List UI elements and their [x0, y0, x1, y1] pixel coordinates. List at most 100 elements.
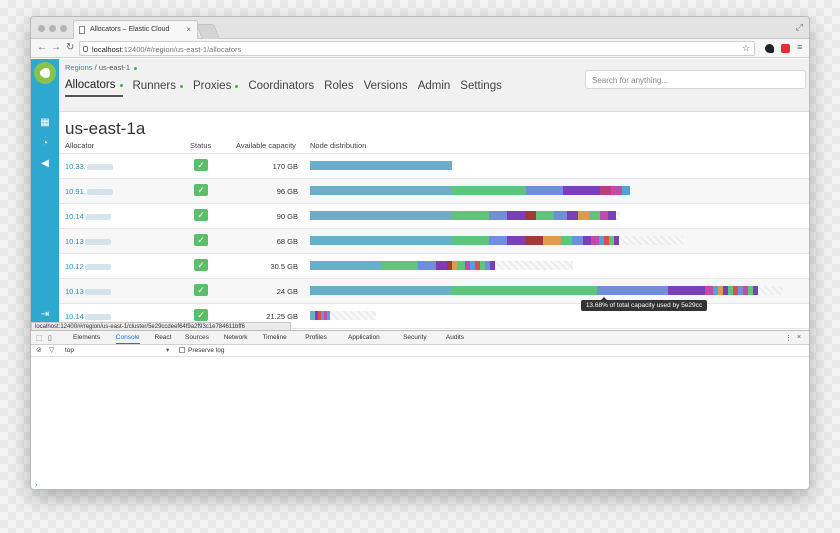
console-prompt[interactable]: ›: [35, 482, 37, 489]
search-input[interactable]: Search for anything...: [585, 70, 806, 89]
node-segment[interactable]: [600, 211, 608, 220]
preserve-log-checkbox[interactable]: Preserve log: [179, 347, 225, 354]
node-segment[interactable]: [310, 236, 452, 245]
nav-tab-allocators[interactable]: Allocators: [65, 79, 123, 97]
node-segment[interactable]: [452, 286, 597, 295]
devtools-tab-network[interactable]: Network: [224, 334, 248, 341]
nav-tab-versions[interactable]: Versions: [364, 79, 408, 97]
extension-badge-icon[interactable]: [781, 44, 790, 53]
nav-tab-roles[interactable]: Roles: [324, 79, 353, 97]
node-segment[interactable]: [608, 211, 616, 220]
forward-icon[interactable]: →: [51, 42, 61, 53]
node-segment[interactable]: [705, 286, 713, 295]
nav-tab-runners[interactable]: Runners: [133, 79, 183, 97]
node-segment[interactable]: [526, 186, 563, 195]
node-segment[interactable]: [310, 161, 452, 170]
node-segment[interactable]: [578, 211, 589, 220]
allocator-link[interactable]: 10.33.: [65, 162, 113, 171]
node-segment[interactable]: [418, 261, 436, 270]
node-segment[interactable]: [589, 211, 600, 220]
node-segment[interactable]: [310, 211, 452, 220]
close-tab-icon[interactable]: ×: [186, 25, 191, 34]
node-segment[interactable]: [310, 261, 381, 270]
devtools-tab-sources[interactable]: Sources: [185, 334, 209, 341]
column-header-capacity[interactable]: Available capacity: [236, 141, 296, 150]
allocator-link[interactable]: 10.12: [65, 262, 111, 271]
column-header-allocator[interactable]: Allocator: [65, 141, 94, 150]
zoom-window-button[interactable]: [60, 25, 67, 32]
node-distribution-bar[interactable]: [310, 286, 758, 295]
filter-icon[interactable]: ▽: [49, 346, 54, 354]
node-segment[interactable]: [452, 236, 489, 245]
device-mode-icon[interactable]: ▯: [48, 334, 52, 342]
nav-tab-settings[interactable]: Settings: [460, 79, 502, 97]
devtools-tab-elements[interactable]: Elements: [73, 334, 100, 341]
node-segment[interactable]: [525, 211, 536, 220]
node-segment[interactable]: [563, 186, 600, 195]
clear-console-icon[interactable]: ⊘: [36, 346, 42, 354]
node-distribution-bar[interactable]: [310, 186, 630, 195]
allocator-link[interactable]: 10.13: [65, 237, 111, 246]
logout-icon[interactable]: ⇥: [39, 309, 51, 321]
menu-icon[interactable]: ≡: [797, 42, 802, 52]
node-segment[interactable]: [489, 236, 507, 245]
close-devtools-icon[interactable]: ×: [797, 334, 801, 341]
back-icon[interactable]: ←: [37, 42, 47, 53]
node-segment[interactable]: [525, 236, 543, 245]
devtools-tab-timeline[interactable]: Timeline: [262, 334, 286, 341]
elastic-cloud-logo[interactable]: [34, 62, 56, 84]
node-segment[interactable]: [310, 286, 452, 295]
node-segment[interactable]: [436, 261, 447, 270]
new-tab-button[interactable]: [196, 24, 220, 39]
context-selector[interactable]: top: [65, 347, 74, 354]
node-segment[interactable]: [567, 211, 578, 220]
devtools-tab-application[interactable]: Application: [348, 334, 380, 341]
breadcrumb-regions-link[interactable]: Regions: [65, 63, 93, 72]
devtools-tab-security[interactable]: Security: [403, 334, 426, 341]
node-segment[interactable]: [554, 211, 567, 220]
node-segment[interactable]: [310, 186, 452, 195]
allocator-link[interactable]: 10.14: [65, 312, 111, 321]
nav-tab-admin[interactable]: Admin: [418, 79, 451, 97]
reload-icon[interactable]: ↻: [66, 42, 74, 53]
node-segment[interactable]: [597, 286, 668, 295]
node-segment[interactable]: [622, 186, 630, 195]
chevron-down-icon[interactable]: ▾: [166, 346, 169, 354]
node-segment[interactable]: [489, 211, 507, 220]
node-segment[interactable]: [381, 261, 418, 270]
node-distribution-bar[interactable]: [310, 311, 330, 320]
node-segment[interactable]: [600, 186, 611, 195]
allocator-link[interactable]: 10.14: [65, 212, 111, 221]
node-segment[interactable]: [561, 236, 572, 245]
devtools-tab-audits[interactable]: Audits: [446, 334, 464, 341]
more-options-icon[interactable]: ⋮: [785, 334, 792, 342]
column-header-node-distribution[interactable]: Node distribution: [310, 141, 366, 150]
bookmark-star-icon[interactable]: ☆: [742, 43, 750, 54]
browser-tab[interactable]: Allocators – Elastic Cloud ×: [73, 20, 198, 39]
node-segment[interactable]: [457, 261, 465, 270]
inspect-icon[interactable]: ⬚: [36, 334, 43, 342]
node-distribution-bar[interactable]: [310, 261, 495, 270]
pie-chart-icon[interactable]: ◔: [39, 138, 51, 150]
nav-tab-coordinators[interactable]: Coordinators: [248, 79, 314, 97]
restore-icon[interactable]: ⤢: [796, 22, 803, 33]
nav-tab-proxies[interactable]: Proxies: [193, 79, 239, 97]
node-distribution-bar[interactable]: [310, 236, 619, 245]
node-segment[interactable]: [507, 211, 525, 220]
close-window-button[interactable]: [38, 25, 45, 32]
allocator-link[interactable]: 10.13: [65, 287, 111, 296]
column-header-status[interactable]: Status: [190, 141, 211, 150]
node-segment[interactable]: [507, 236, 525, 245]
devtools-tab-console[interactable]: Console: [115, 334, 140, 344]
node-segment[interactable]: [543, 236, 561, 245]
node-segment[interactable]: [452, 186, 526, 195]
extension-icon[interactable]: [765, 44, 774, 53]
devtools-tab-react[interactable]: React: [155, 334, 172, 341]
node-segment[interactable]: [583, 236, 591, 245]
megaphone-icon[interactable]: ◀: [39, 158, 51, 170]
node-segment[interactable]: [572, 236, 583, 245]
node-segment[interactable]: [536, 211, 554, 220]
node-segment[interactable]: [611, 186, 622, 195]
node-distribution-bar[interactable]: [310, 211, 616, 220]
allocator-link[interactable]: 10.91.: [65, 187, 113, 196]
